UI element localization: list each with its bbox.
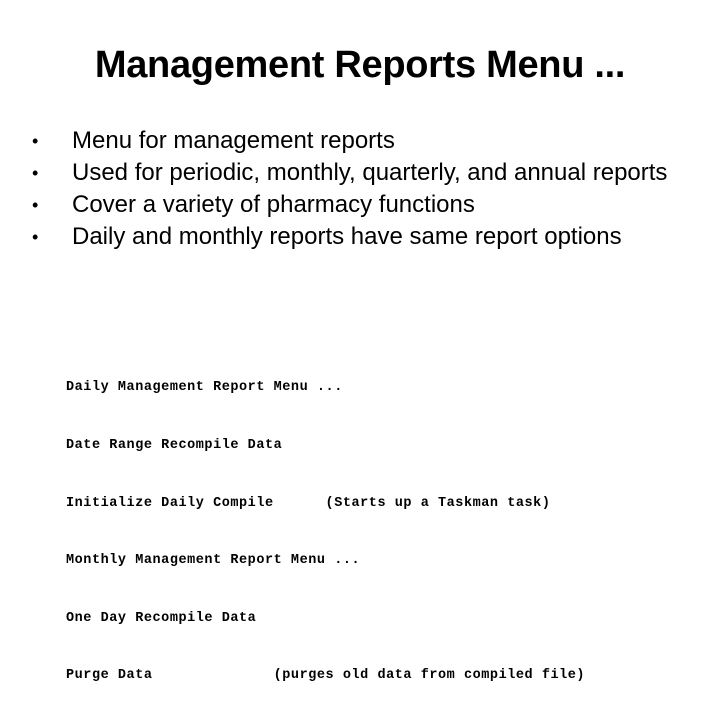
bullet-item: • Daily and monthly reports have same re… [32,223,692,251]
bullet-text: Menu for management reports [72,127,395,154]
bullet-icon: • [32,163,39,183]
bullet-text: Daily and monthly reports have same repo… [72,223,622,250]
bullet-icon: • [32,131,39,151]
bullet-icon: • [32,227,39,247]
menu-option-line: Initialize Daily Compile (Starts up a Ta… [66,495,551,511]
bullet-item: • Menu for management reports [32,127,692,155]
menu-option-line: Daily Management Report Menu ... [66,380,343,396]
bullet-icon: • [32,195,39,215]
menu-option-line: Date Range Recompile Data [66,438,283,454]
menu-option-line: Monthly Management Report Menu ... [66,553,361,569]
bullet-text: Used for periodic, monthly, quarterly, a… [72,159,668,186]
menu-option-line: One Day Recompile Data [66,610,257,626]
bullet-item: • Used for periodic, monthly, quarterly,… [32,159,692,187]
slide-title: Management Reports Menu ... [94,44,626,86]
menu-options-listing: Daily Management Report Menu ... Date Ra… [66,340,585,724]
menu-option-line: Purge Data (purges old data from compile… [66,668,586,684]
bullet-list: • Menu for management reports • Used for… [32,127,692,255]
bullet-item: • Cover a variety of pharmacy functions [32,191,692,219]
bullet-text: Cover a variety of pharmacy functions [72,191,475,218]
